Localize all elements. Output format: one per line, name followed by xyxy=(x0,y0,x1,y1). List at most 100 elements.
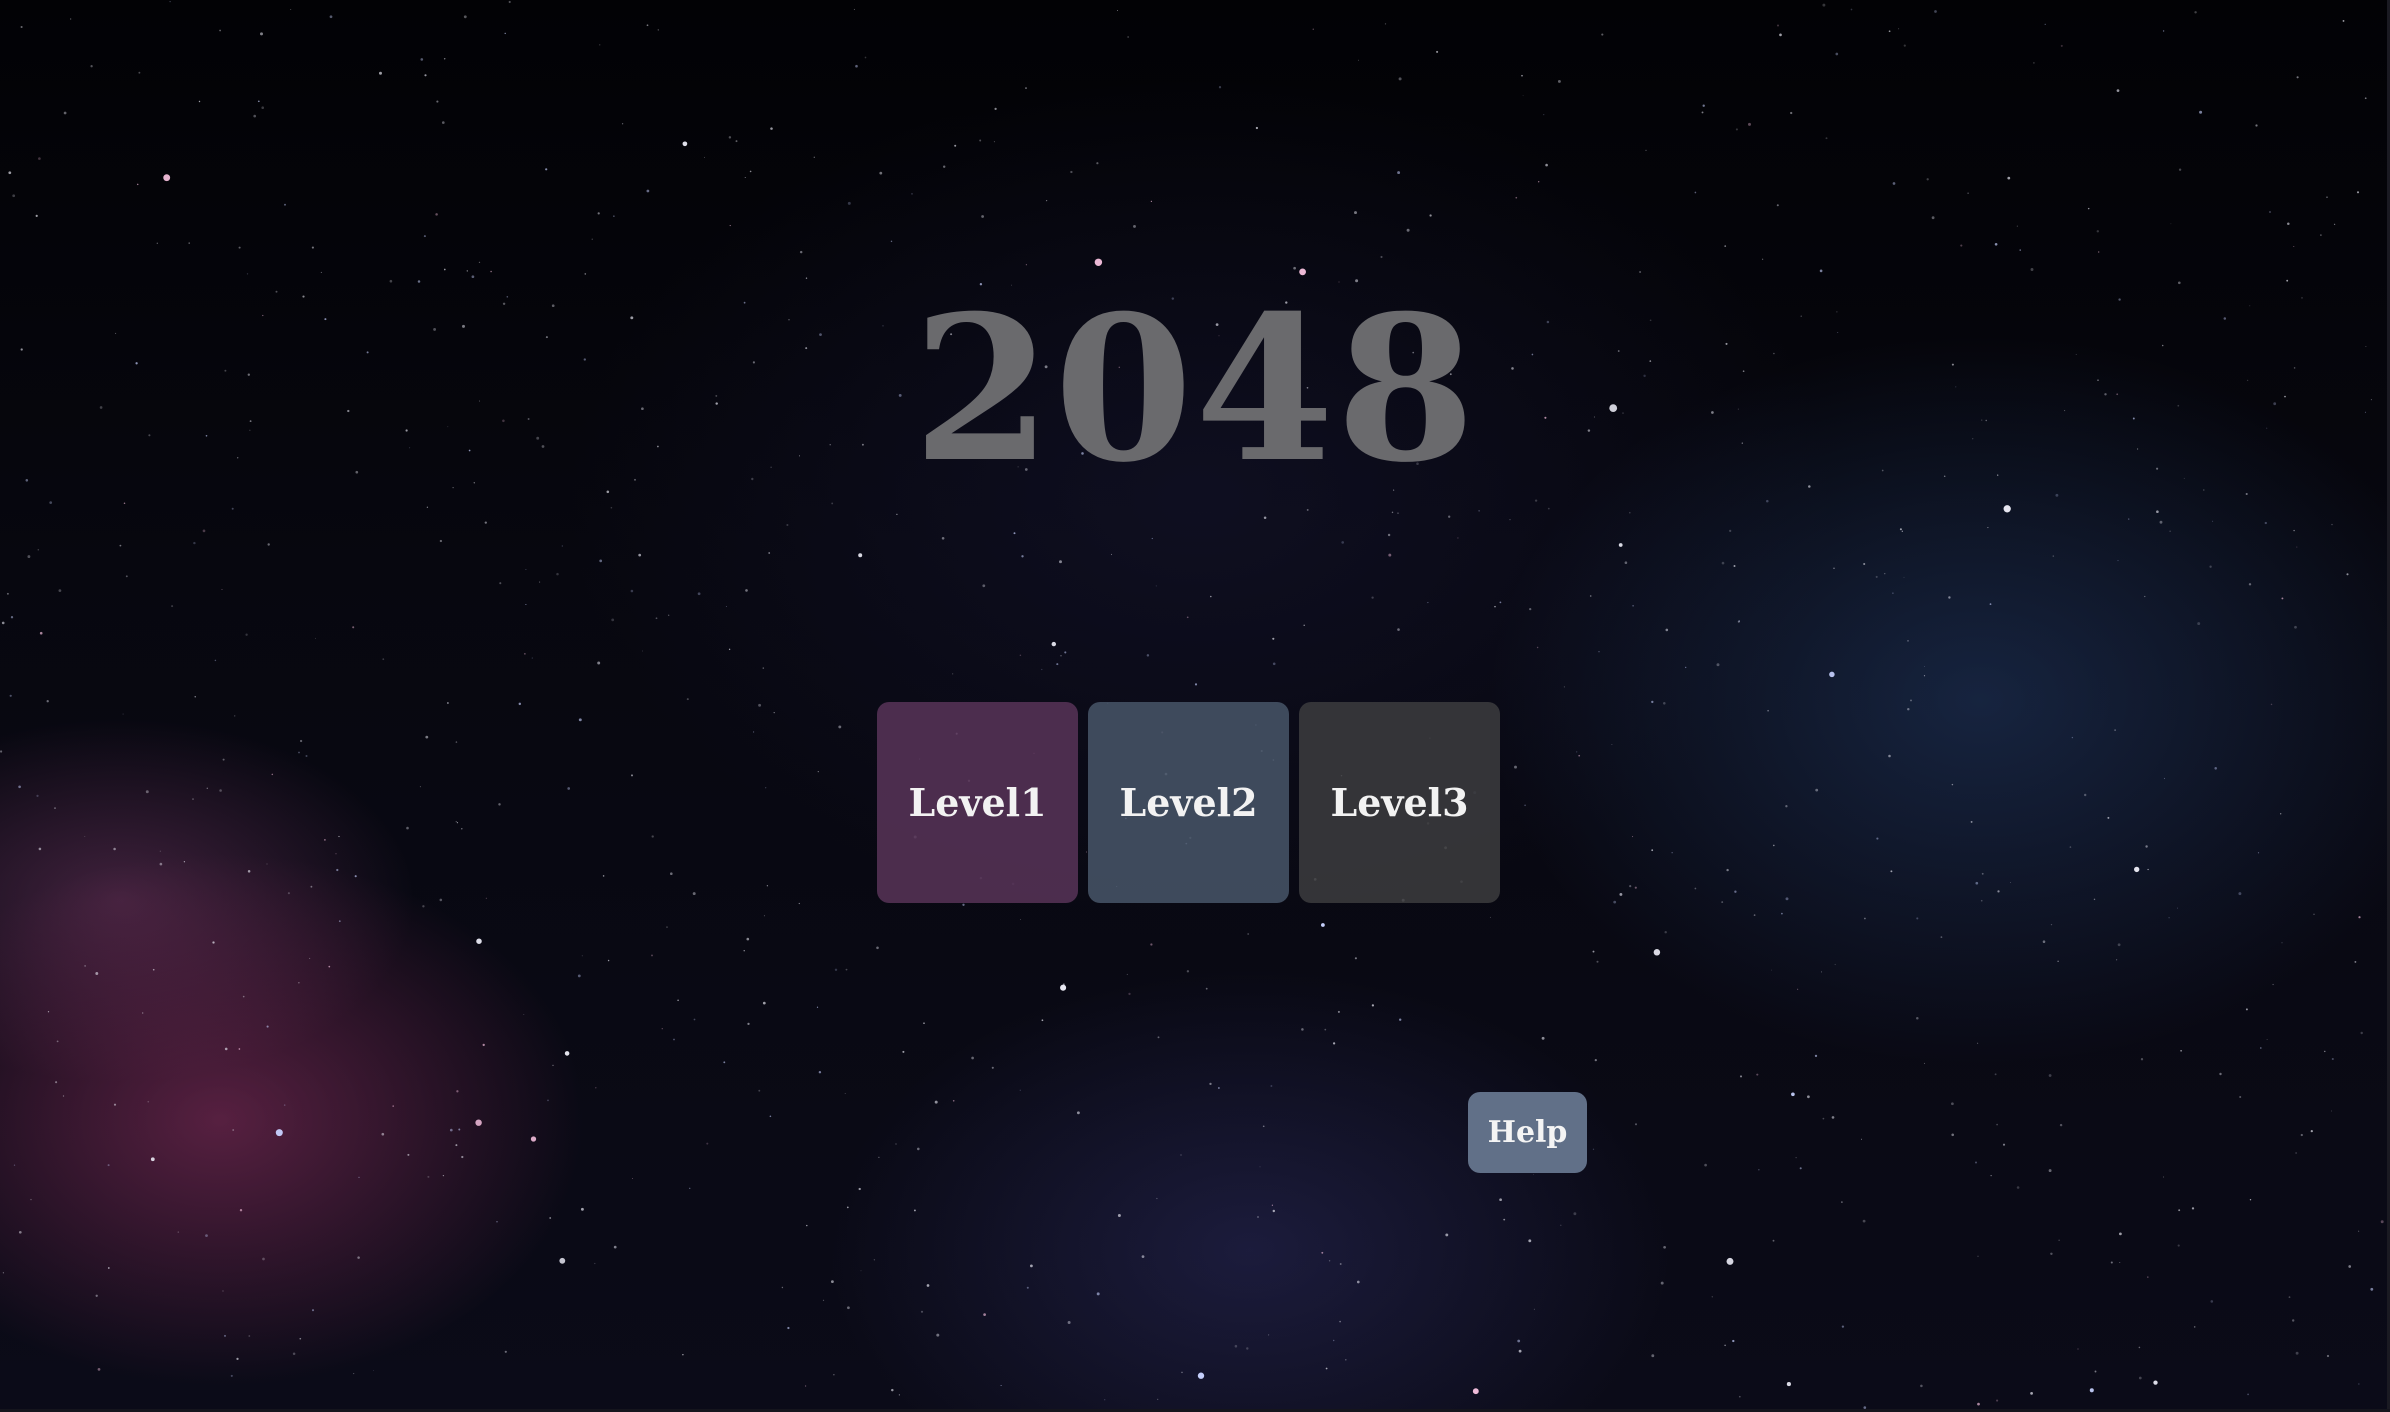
star xyxy=(1045,199,1048,202)
star xyxy=(1429,214,1432,217)
star xyxy=(890,240,893,243)
star xyxy=(406,826,409,830)
star xyxy=(8,171,12,175)
star xyxy=(556,572,559,576)
star xyxy=(1150,200,1153,203)
star xyxy=(504,1350,507,1353)
star xyxy=(1543,114,1545,116)
star xyxy=(1632,836,1634,838)
star xyxy=(353,1373,355,1375)
star xyxy=(1898,28,1900,30)
help-button[interactable]: Help xyxy=(1468,1092,1587,1173)
star xyxy=(855,64,858,68)
star xyxy=(1884,573,1886,575)
star xyxy=(352,626,355,629)
star xyxy=(1529,607,1532,611)
star xyxy=(817,770,819,773)
star xyxy=(781,1286,784,1289)
star xyxy=(936,1333,940,1337)
star xyxy=(206,787,208,789)
star xyxy=(1724,1344,1726,1347)
star xyxy=(2356,191,2360,194)
star xyxy=(2116,89,2120,92)
star xyxy=(222,758,225,761)
star xyxy=(549,1217,552,1219)
level-2-button[interactable]: Level2 xyxy=(1088,702,1289,903)
star xyxy=(2269,211,2271,213)
star xyxy=(2098,251,2100,253)
star xyxy=(1509,518,1511,521)
star xyxy=(177,1231,180,1233)
star xyxy=(1863,562,1866,566)
star xyxy=(2199,110,2203,114)
star xyxy=(2296,76,2299,79)
star xyxy=(236,1357,239,1361)
star xyxy=(723,1061,726,1064)
star xyxy=(1735,128,1738,131)
star xyxy=(1951,783,1954,786)
star xyxy=(2324,1050,2326,1053)
star xyxy=(677,999,679,1002)
star xyxy=(95,972,99,975)
star xyxy=(1664,930,1667,934)
star xyxy=(508,0,511,4)
star xyxy=(1629,885,1632,888)
star xyxy=(163,174,171,182)
star xyxy=(564,1051,570,1056)
star xyxy=(2293,529,2295,532)
star xyxy=(2110,1261,2113,1264)
star xyxy=(2169,530,2171,532)
star xyxy=(661,1028,663,1030)
star xyxy=(122,713,124,715)
star xyxy=(1694,191,1697,194)
star xyxy=(2083,793,2087,797)
star xyxy=(595,1087,597,1089)
star xyxy=(1518,1349,1522,1353)
star xyxy=(292,1352,296,1356)
star xyxy=(287,892,290,895)
star xyxy=(2162,30,2165,32)
level-1-button[interactable]: Level1 xyxy=(877,702,1078,903)
star xyxy=(484,521,487,524)
star xyxy=(2191,1207,2195,1210)
star xyxy=(657,29,659,31)
star xyxy=(407,1153,410,1156)
star xyxy=(221,589,223,591)
star xyxy=(1406,228,1410,232)
star xyxy=(518,702,522,706)
star xyxy=(584,273,587,275)
star xyxy=(1960,244,1963,247)
star xyxy=(1064,651,1067,654)
star xyxy=(2119,1232,2122,1236)
star xyxy=(328,965,331,968)
star xyxy=(2134,866,2140,873)
star xyxy=(422,905,425,908)
star xyxy=(1060,655,1062,657)
star xyxy=(1776,204,1779,207)
star xyxy=(1499,601,1502,604)
star xyxy=(1815,788,1819,792)
star xyxy=(1515,196,1518,199)
star xyxy=(1126,973,1128,975)
star xyxy=(697,592,701,596)
star xyxy=(1634,1123,1638,1126)
star xyxy=(136,183,139,186)
star xyxy=(1041,1019,1044,1022)
star xyxy=(1777,24,1779,27)
star xyxy=(2320,234,2322,236)
star xyxy=(1533,1174,1534,1175)
level-3-button[interactable]: Level3 xyxy=(1299,702,1500,903)
star xyxy=(152,968,155,971)
star xyxy=(1814,1054,1818,1058)
star xyxy=(2326,1354,2330,1358)
star xyxy=(1578,754,1581,757)
star xyxy=(449,1128,453,1132)
star xyxy=(1671,852,1673,854)
star xyxy=(1536,646,1539,649)
star xyxy=(943,165,946,168)
star xyxy=(1807,1095,1810,1099)
star xyxy=(2180,1049,2182,1052)
star xyxy=(1721,901,1724,904)
star xyxy=(1639,270,1642,274)
star xyxy=(1117,10,1119,12)
